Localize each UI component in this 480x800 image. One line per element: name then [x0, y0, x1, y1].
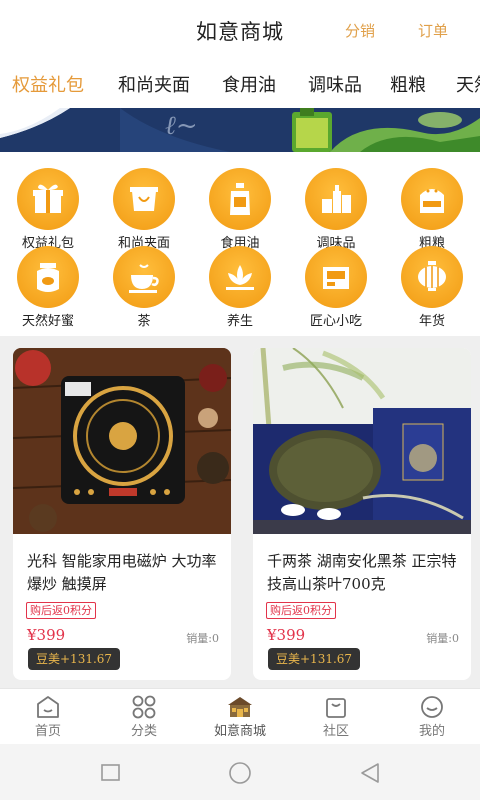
product-card[interactable]: 千两茶 湖南安化黑茶 正宗特技高山茶叶700克 购后返0积分 ¥399 销量:0… — [253, 348, 471, 680]
banner-image: ℓ~ — [0, 108, 480, 152]
grid-label: 养生 — [226, 314, 253, 329]
lotus-icon — [209, 246, 271, 308]
grid-label: 匠心小吃 — [309, 314, 362, 329]
tab-mall[interactable]: 如意商城 — [192, 689, 288, 745]
tab-label: 我的 — [418, 724, 445, 739]
back-icon[interactable] — [358, 762, 382, 784]
grid-item-condiments[interactable]: 调味品 — [288, 168, 384, 251]
product-price: ¥399 — [267, 626, 306, 644]
grid-item-wellness[interactable]: 养生 — [192, 246, 288, 329]
grid-item-gift[interactable]: 权益礼包 — [0, 168, 96, 251]
tab-categories[interactable]: 分类 — [96, 689, 192, 745]
gift-icon — [17, 168, 79, 230]
tab-profile[interactable]: 我的 — [384, 689, 480, 745]
tab-label: 社区 — [322, 724, 349, 739]
grid-icon — [132, 695, 156, 719]
category-grid: 权益礼包 和尚夹面 食用油 调味品 粗粮 天然好蜜 茶 养生 匠心小吃 年货 — [0, 152, 480, 336]
promo-banner[interactable]: ℓ~ — [0, 108, 480, 152]
points-tag: 购后返0积分 — [266, 602, 336, 619]
tab-label: 首页 — [34, 724, 61, 739]
bottom-tab-bar: 首页 分类 如意商城 社区 我的 — [0, 688, 480, 745]
grid-label: 天然好蜜 — [21, 314, 74, 329]
honey-jar-icon — [17, 246, 79, 308]
tab-category-5[interactable]: 粗粮 — [390, 71, 426, 97]
snack-box-icon — [305, 246, 367, 308]
grid-label: 茶 — [137, 314, 151, 329]
sales-count: 销量:0 — [426, 632, 459, 645]
lantern-icon — [401, 246, 463, 308]
orders-link[interactable]: 订单 — [418, 20, 448, 41]
oil-bottle-icon — [209, 168, 271, 230]
tab-category-6[interactable]: 天然 — [456, 71, 480, 97]
tab-home[interactable]: 首页 — [0, 689, 96, 745]
tab-label: 分类 — [130, 724, 157, 739]
category-tab-bar: 权益礼包 和尚夹面 食用油 调味品 粗粮 天然 — [0, 60, 480, 108]
tab-category-1[interactable]: 权益礼包 — [12, 71, 84, 97]
product-name: 光科 智能家用电磁炉 大功率爆炒 触摸屏 — [27, 552, 217, 593]
grid-item-tea[interactable]: 茶 — [96, 246, 192, 329]
grid-item-newyear[interactable]: 年货 — [384, 246, 480, 329]
distribution-link[interactable]: 分销 — [345, 20, 375, 41]
grid-label: 年货 — [418, 314, 445, 329]
sales-count: 销量:0 — [186, 632, 219, 645]
product-image — [253, 348, 471, 534]
beans-badge: 豆美+131.67 — [268, 648, 361, 670]
condiment-icon — [305, 168, 367, 230]
noodle-bowl-icon — [113, 168, 175, 230]
points-tag: 购后返0积分 — [26, 602, 96, 619]
tab-category-2[interactable]: 和尚夹面 — [118, 71, 190, 97]
product-name: 千两茶 湖南安化黑茶 正宗特技高山茶叶700克 — [267, 552, 457, 593]
svg-text:ℓ~: ℓ~ — [165, 111, 198, 141]
system-nav-bar — [0, 744, 480, 800]
recent-apps-icon[interactable] — [100, 762, 122, 784]
home-icon — [37, 696, 59, 718]
product-price: ¥399 — [27, 626, 66, 644]
tab-category-3[interactable]: 食用油 — [222, 71, 276, 97]
beans-badge: 豆美+131.67 — [28, 648, 121, 670]
tab-label: 如意商城 — [213, 724, 266, 739]
product-list: 光科 智能家用电磁炉 大功率爆炒 触摸屏 购后返0积分 ¥399 销量:0 豆美… — [0, 336, 480, 688]
tab-category-4[interactable]: 调味品 — [308, 71, 362, 97]
tea-cup-icon — [113, 246, 175, 308]
smile-icon — [421, 696, 443, 718]
store-icon — [228, 697, 252, 717]
app-header: 如意商城 分销 订单 — [0, 0, 480, 61]
page-title: 如意商城 — [196, 20, 284, 44]
grid-item-grains[interactable]: 粗粮 — [384, 168, 480, 251]
grid-item-noodles[interactable]: 和尚夹面 — [96, 168, 192, 251]
tab-community[interactable]: 社区 — [288, 689, 384, 745]
grid-item-snacks[interactable]: 匠心小吃 — [288, 246, 384, 329]
bag-icon — [326, 698, 346, 718]
grain-bag-icon — [401, 168, 463, 230]
product-card[interactable]: 光科 智能家用电磁炉 大功率爆炒 触摸屏 购后返0积分 ¥399 销量:0 豆美… — [13, 348, 231, 680]
product-image — [13, 348, 231, 534]
home-circle-icon[interactable] — [228, 762, 252, 784]
grid-item-oil[interactable]: 食用油 — [192, 168, 288, 251]
grid-item-honey[interactable]: 天然好蜜 — [0, 246, 96, 329]
